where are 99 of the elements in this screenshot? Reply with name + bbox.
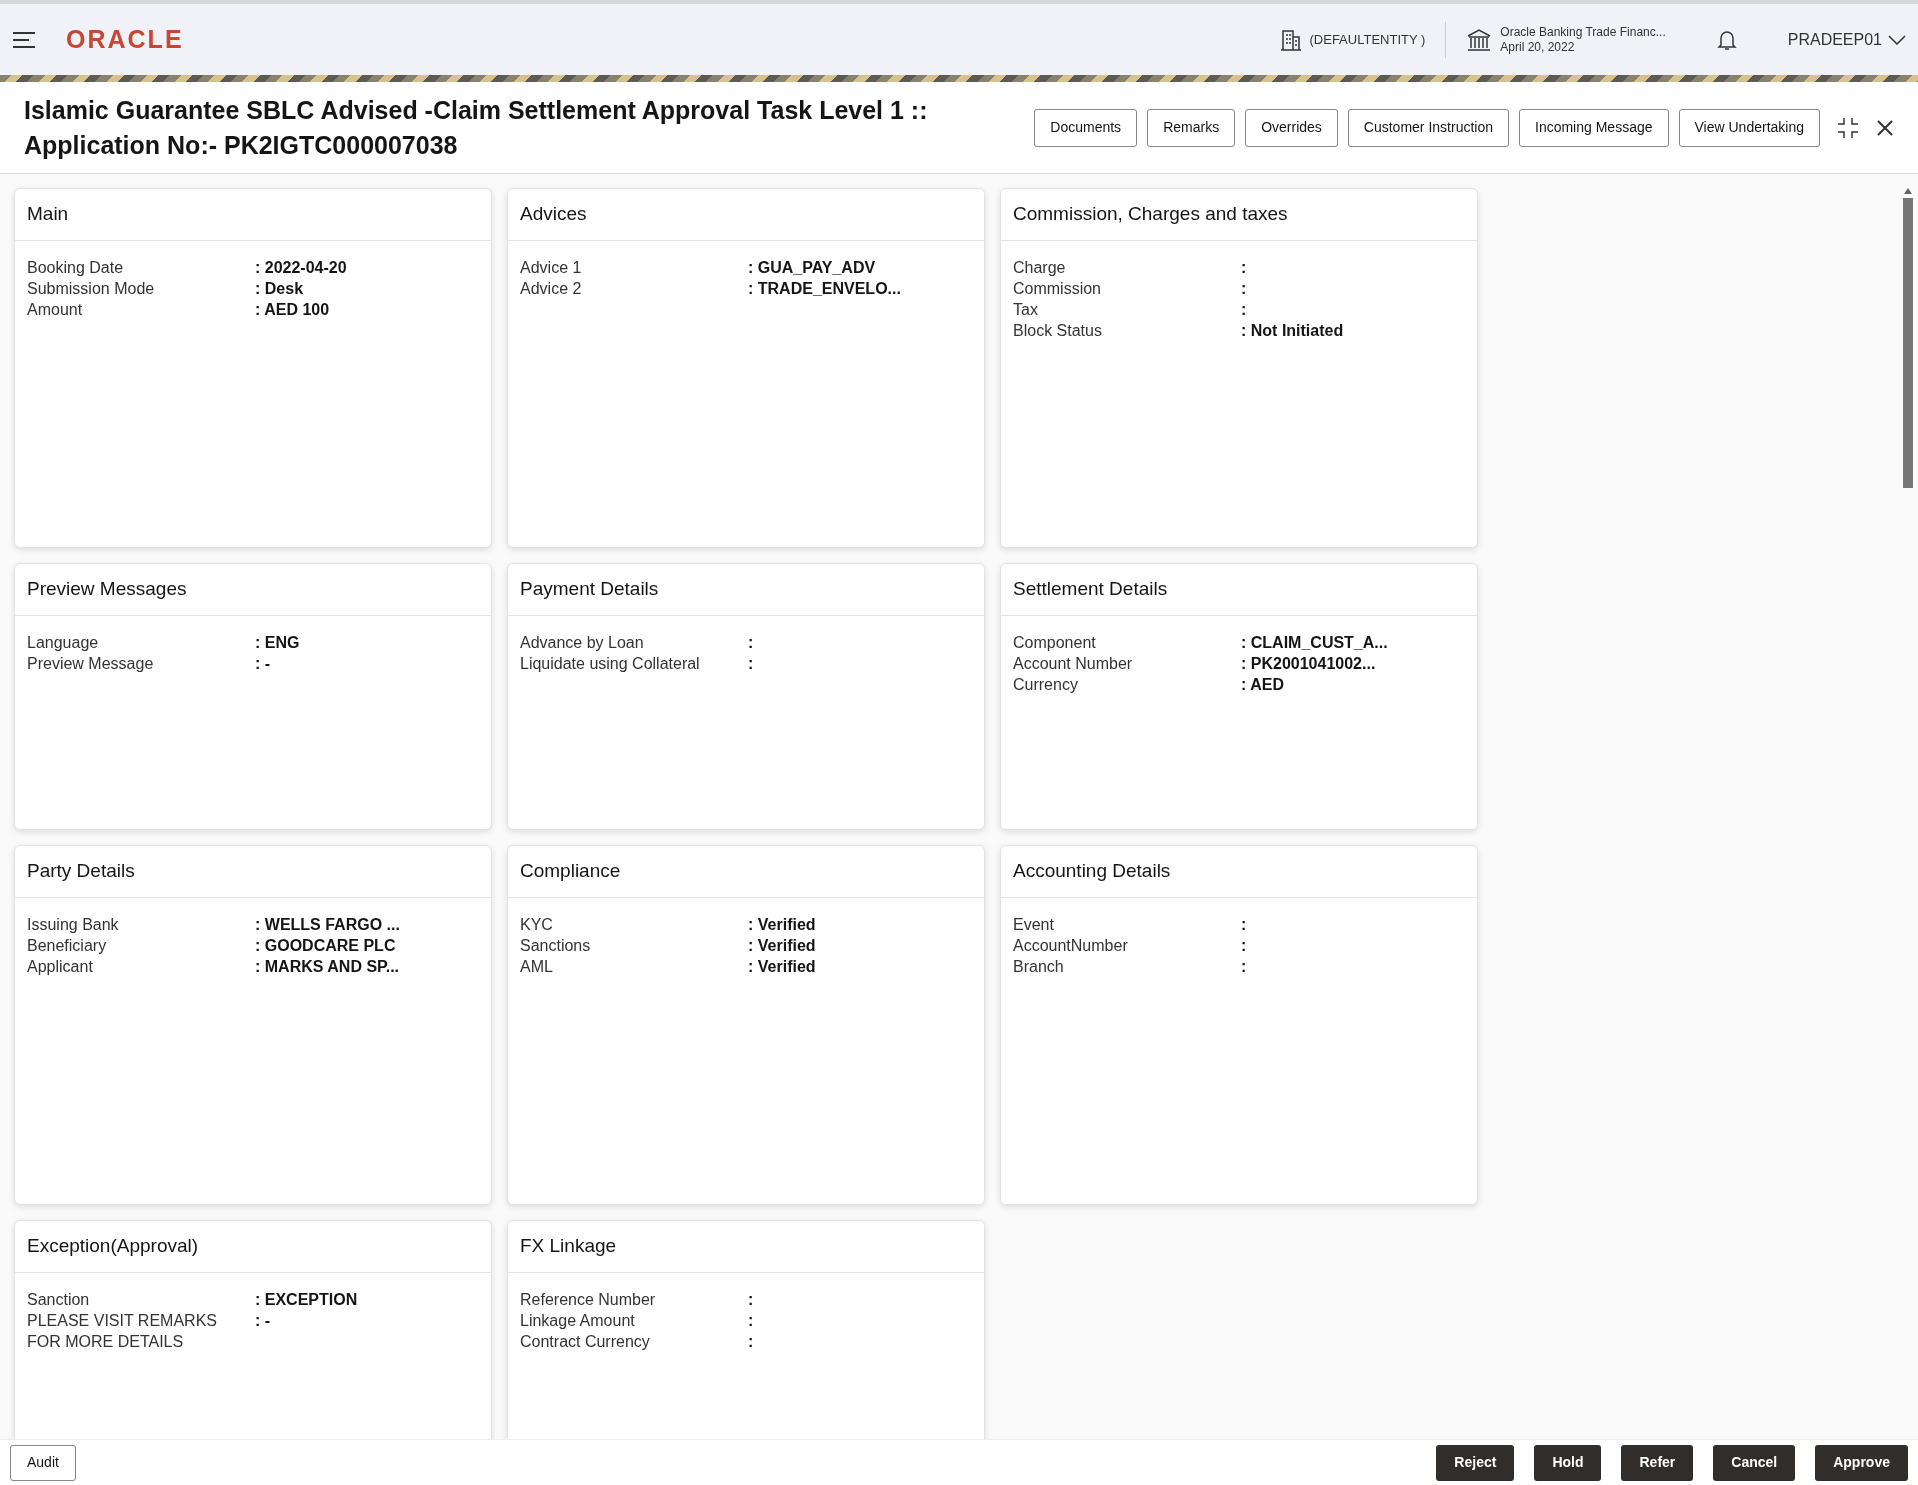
field-value: : xyxy=(748,654,754,674)
field-label: KYC xyxy=(520,915,554,935)
field-value: : xyxy=(748,1332,754,1352)
field-value: : Not Initiated xyxy=(1241,321,1344,341)
field-label: Issuing Bank xyxy=(27,915,120,935)
field-value: : xyxy=(1241,279,1247,299)
field-label: Currency xyxy=(1013,675,1079,695)
bell-icon[interactable] xyxy=(1715,28,1738,51)
field-label: Advice 1 xyxy=(520,258,583,278)
menu-icon[interactable] xyxy=(12,30,36,49)
card-title: Payment Details xyxy=(520,577,659,602)
action-button[interactable]: Refer xyxy=(1621,1444,1694,1481)
field-value: : 2022-04-20 xyxy=(255,258,347,278)
toolbar-button[interactable]: Incoming Message xyxy=(1519,108,1669,147)
toolbar-button[interactable]: Remarks xyxy=(1147,108,1236,147)
card-title: Settlement Details xyxy=(1013,577,1168,602)
chevron-down-icon xyxy=(1888,34,1906,45)
field-value: : WELLS FARGO ... xyxy=(255,915,400,935)
field-label: Submission Mode xyxy=(27,279,156,299)
field-value: : xyxy=(1241,258,1247,278)
field-label: Contract Currency xyxy=(520,1332,651,1352)
toolbar-button[interactable]: Customer Instruction xyxy=(1347,108,1509,147)
field-label: Advice 2 xyxy=(520,279,583,299)
entity-label[interactable]: (DEFAULTENTITY ) xyxy=(1309,29,1426,50)
card-title: Exception(Approval) xyxy=(27,1234,199,1259)
field-label: Reference Number xyxy=(520,1290,657,1310)
field-label: Liquidate using Collateral xyxy=(520,654,701,674)
scrollbar-thumb[interactable] xyxy=(1903,198,1913,488)
branch-name: Oracle Banking Trade Financ... xyxy=(1500,24,1666,40)
oracle-logo: ORACLE xyxy=(66,23,184,55)
field-value: : Verified xyxy=(748,915,816,935)
card-title: Compliance xyxy=(520,859,621,884)
field-label: Applicant xyxy=(27,957,94,977)
field-value: : GUA_PAY_ADV xyxy=(748,258,876,278)
collapse-icon[interactable] xyxy=(1836,115,1860,140)
field-label: Language xyxy=(27,633,100,653)
field-value: : xyxy=(748,633,754,653)
field-value: : CLAIM_CUST_A... xyxy=(1241,633,1388,653)
field-label: Linkage Amount xyxy=(520,1311,636,1331)
field-value: : Verified xyxy=(748,936,816,956)
field-value: : - xyxy=(255,654,271,674)
field-value: : - xyxy=(255,1311,271,1331)
field-label: Account Number xyxy=(1013,654,1134,674)
action-button[interactable]: Cancel xyxy=(1713,1444,1796,1481)
application-number: Application No:- PK2IGTC000007038 xyxy=(24,129,459,161)
field-value: : Desk xyxy=(255,279,304,299)
field-value: : xyxy=(748,1290,754,1310)
field-value: : xyxy=(1241,300,1247,320)
field-value: : ENG xyxy=(255,633,300,653)
bank-icon xyxy=(1466,27,1493,52)
action-button[interactable]: Reject xyxy=(1436,1444,1515,1481)
field-value: : PK2001041002... xyxy=(1241,654,1376,674)
field-label: Booking Date xyxy=(27,258,125,278)
card-title: FX Linkage xyxy=(520,1234,617,1259)
toolbar-button[interactable]: Documents xyxy=(1034,108,1138,147)
field-label: Advance by Loan xyxy=(520,633,645,653)
toolbar-button[interactable]: View Undertaking xyxy=(1678,108,1820,147)
field-value: : Verified xyxy=(748,957,816,977)
field-label: Event xyxy=(1013,915,1055,935)
field-label: AML xyxy=(520,957,554,977)
card-title: Advices xyxy=(520,202,587,227)
field-value: : EXCEPTION xyxy=(255,1290,358,1310)
field-label: Branch xyxy=(1013,957,1065,977)
action-button[interactable]: Hold xyxy=(1534,1444,1602,1481)
field-label: AccountNumber xyxy=(1013,936,1129,956)
field-value: : xyxy=(1241,936,1247,956)
field-label: Commission xyxy=(1013,279,1102,299)
field-label: Amount xyxy=(27,300,84,320)
field-label: Beneficiary xyxy=(27,936,108,956)
field-label: Sanction xyxy=(27,1290,91,1310)
page-title: Islamic Guarantee SBLC Advised -Claim Settlement Approval Task Level 1 :: xyxy=(24,94,928,126)
building-icon xyxy=(1279,28,1302,51)
card-title: Commission, Charges and taxes xyxy=(1013,202,1288,227)
scroll-up-icon[interactable] xyxy=(1904,188,1912,194)
field-label: Tax xyxy=(1013,300,1039,320)
field-label: Block Status xyxy=(1013,321,1103,341)
audit-button[interactable]: Audit xyxy=(10,1444,76,1481)
field-value: : AED 100 xyxy=(255,300,330,320)
field-label: Sanctions xyxy=(520,936,592,956)
card-title: Accounting Details xyxy=(1013,859,1171,884)
field-value: : xyxy=(748,1311,754,1331)
card-title: Main xyxy=(27,202,69,227)
field-label: Charge xyxy=(1013,258,1067,278)
card-title: Preview Messages xyxy=(27,577,187,602)
field-label: PLEASE VISIT REMARKS FOR MORE DETAILS xyxy=(27,1311,218,1352)
field-value: : xyxy=(1241,915,1247,935)
field-value: : xyxy=(1241,957,1247,977)
field-value: : MARKS AND SP... xyxy=(255,957,399,977)
card-title: Party Details xyxy=(27,859,135,884)
branch-date: April 20, 2022 xyxy=(1500,39,1576,55)
field-label: Component xyxy=(1013,633,1097,653)
close-icon[interactable] xyxy=(1876,118,1894,137)
field-value: : GOODCARE PLC xyxy=(255,936,396,956)
user-menu[interactable]: PRADEEP01 xyxy=(1787,27,1906,52)
field-label: Preview Message xyxy=(27,654,155,674)
field-value: : AED xyxy=(1241,675,1284,695)
action-button[interactable]: Approve xyxy=(1815,1444,1908,1481)
field-value: : TRADE_ENVELO... xyxy=(748,279,901,299)
toolbar-button[interactable]: Overrides xyxy=(1245,108,1338,147)
